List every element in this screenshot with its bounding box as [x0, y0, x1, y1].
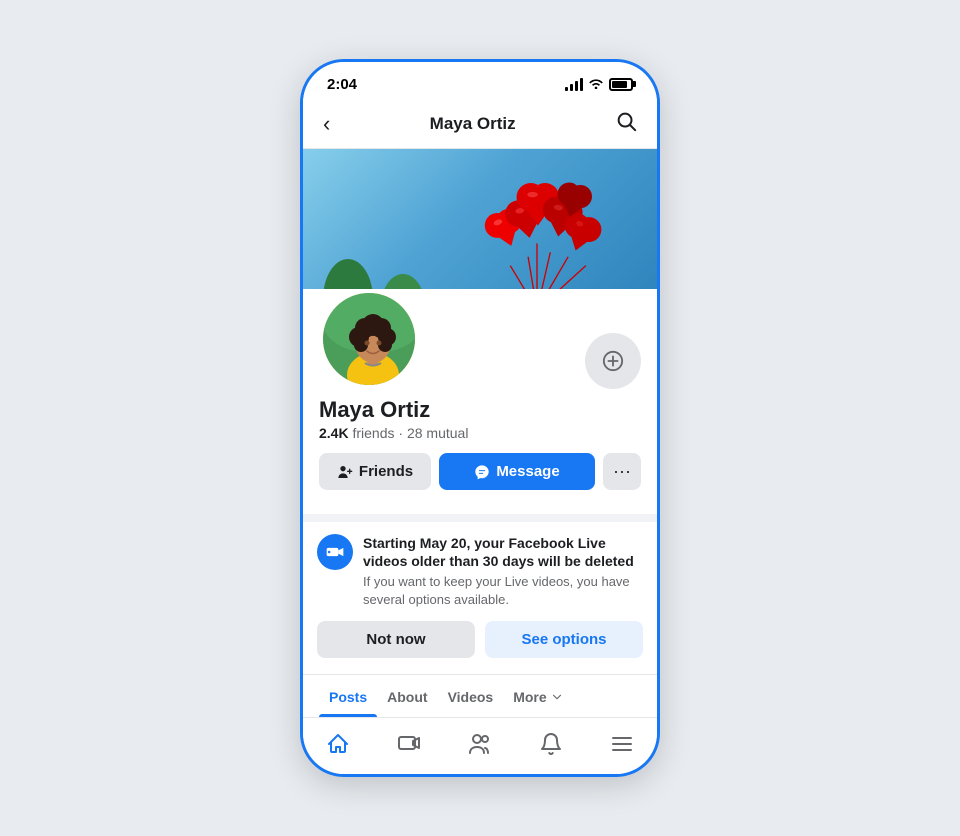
status-bar: 2:04 — [303, 62, 657, 102]
battery-icon — [609, 78, 633, 91]
tab-posts[interactable]: Posts — [319, 675, 377, 717]
message-button[interactable]: Message — [439, 453, 595, 490]
signal-icon — [565, 77, 583, 91]
phone-frame: 2:04 ‹ Maya Ortiz — [300, 59, 660, 777]
profile-tabs: Posts About Videos More — [303, 674, 657, 717]
avatar-row — [319, 289, 641, 389]
notif-text: Starting May 20, your Facebook Live vide… — [363, 534, 643, 609]
avatar[interactable] — [319, 289, 419, 389]
wifi-icon — [588, 77, 604, 92]
bottom-nav — [303, 717, 657, 774]
status-icons — [565, 77, 633, 92]
status-time: 2:04 — [327, 76, 357, 93]
nav-title: Maya Ortiz — [430, 114, 516, 134]
profile-name: Maya Ortiz — [319, 397, 641, 423]
chevron-down-icon — [550, 690, 564, 704]
tab-more[interactable]: More — [503, 675, 573, 717]
nav-bar: ‹ Maya Ortiz — [303, 102, 657, 149]
nav-people[interactable] — [445, 728, 516, 760]
tab-about[interactable]: About — [377, 675, 437, 717]
notification-banner: Starting May 20, your Facebook Live vide… — [303, 514, 657, 670]
mutual-count: 28 — [407, 425, 423, 441]
notif-body: If you want to keep your Live videos, yo… — [363, 573, 643, 609]
friends-count: 2.4K — [319, 425, 349, 441]
friends-label: friends — [352, 425, 394, 441]
profile-section: Maya Ortiz 2.4K friends · 28 mutual Frie… — [303, 289, 657, 506]
search-button[interactable] — [615, 110, 637, 138]
nav-menu[interactable] — [586, 728, 657, 760]
mutual-label: mutual — [426, 425, 468, 441]
action-buttons: Friends Message ··· — [319, 453, 641, 490]
nav-notifications[interactable] — [515, 728, 586, 760]
live-video-icon — [317, 534, 353, 570]
add-story-button[interactable] — [585, 333, 641, 389]
notif-actions: Not now See options — [317, 621, 643, 658]
profile-friends-info: 2.4K friends · 28 mutual — [319, 425, 641, 441]
see-options-button[interactable]: See options — [485, 621, 643, 658]
notif-title: Starting May 20, your Facebook Live vide… — [363, 534, 643, 570]
nav-home[interactable] — [303, 728, 374, 760]
tab-videos[interactable]: Videos — [438, 675, 504, 717]
friends-button[interactable]: Friends — [319, 453, 431, 490]
nav-watch[interactable] — [374, 728, 445, 760]
more-button[interactable]: ··· — [603, 453, 641, 490]
notif-inner: Starting May 20, your Facebook Live vide… — [317, 534, 643, 609]
back-button[interactable]: ‹ — [323, 111, 330, 137]
not-now-button[interactable]: Not now — [317, 621, 475, 658]
